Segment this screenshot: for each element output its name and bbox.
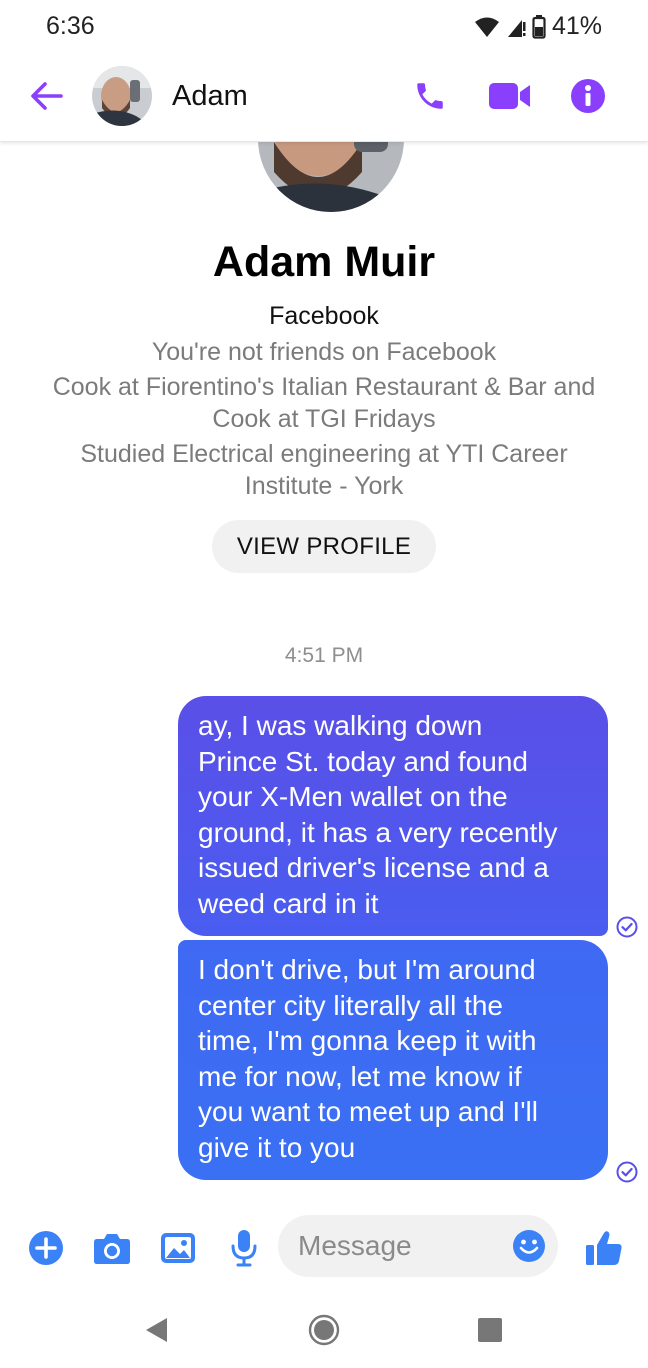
video-camera-icon: [489, 83, 530, 109]
video-call-button[interactable]: [488, 74, 532, 118]
nav-home-button[interactable]: [306, 1312, 342, 1348]
message-line: ground, it has a very recently: [198, 816, 558, 848]
status-time: 6:36: [46, 12, 95, 40]
message-line: I don't drive, but I'm around: [198, 954, 536, 985]
message-bubble[interactable]: I don't drive, but I'm around center cit…: [178, 940, 608, 1180]
like-button[interactable]: [584, 1228, 624, 1268]
nav-recents-button[interactable]: [472, 1312, 508, 1348]
status-indicators: 41%: [474, 12, 602, 41]
message-line: me for now, let me know if: [198, 1060, 522, 1092]
nav-back-button[interactable]: [138, 1312, 174, 1348]
signal-icon: [506, 16, 526, 38]
message-line: Prince St. today and found: [198, 745, 528, 777]
battery-percent: 41%: [551, 12, 602, 40]
gallery-button[interactable]: [158, 1228, 198, 1268]
thumbs-up-icon: [586, 1231, 622, 1265]
message-line: ay, I was walking down: [198, 710, 483, 741]
camera-icon: [94, 1234, 130, 1264]
smiley-icon[interactable]: [512, 1229, 546, 1263]
chat-header: Adam: [0, 52, 648, 142]
message-line: time, I'm gonna keep it with: [198, 1025, 537, 1056]
square-recents-icon: [478, 1318, 502, 1342]
message-line: center city literally all the: [198, 989, 504, 1021]
info-button[interactable]: [566, 74, 610, 118]
contact-avatar[interactable]: [92, 66, 152, 126]
circle-home-icon: [308, 1314, 340, 1346]
sent-check-icon: [616, 916, 638, 938]
message-line: issued driver's license and a: [198, 852, 549, 883]
message-timestamp: 4:51 PM: [284, 644, 364, 667]
view-profile-button[interactable]: VIEW PROFILE: [212, 520, 436, 573]
message-line: weed card in it: [198, 887, 379, 919]
message-line: you want to meet up and I'll: [198, 1096, 538, 1127]
call-button[interactable]: [408, 74, 452, 118]
arrow-left-icon: [31, 82, 63, 110]
education-info-line-2: Institute - York: [244, 472, 404, 500]
back-button[interactable]: [26, 76, 66, 116]
more-actions-button[interactable]: [26, 1228, 66, 1268]
friend-status: You're not friends on Facebook: [151, 338, 497, 366]
triangle-back-icon: [146, 1318, 167, 1342]
message-line: your X-Men wallet on the: [198, 781, 508, 812]
camera-button[interactable]: [92, 1228, 132, 1268]
wifi-icon: [474, 16, 500, 38]
microphone-icon: [231, 1230, 257, 1267]
plus-circle-icon: [29, 1231, 63, 1265]
image-icon: [161, 1233, 195, 1263]
message-input[interactable]: [298, 1215, 508, 1277]
message-composer: [0, 1210, 648, 1284]
battery-icon: [532, 14, 546, 39]
education-info-line-1: Studied Electrical engineering at YTI Ca…: [80, 440, 568, 468]
info-icon: [571, 79, 605, 113]
work-info-line-2: Cook at TGI Fridays: [212, 405, 436, 433]
profile-full-name: Adam Muir: [212, 238, 436, 286]
work-info-line-1: Cook at Fiorentino's Italian Restaurant …: [52, 373, 596, 401]
system-nav-bar: [0, 1292, 648, 1368]
contact-name[interactable]: Adam: [172, 80, 248, 113]
message-bubble[interactable]: ay, I was walking down Prince St. today …: [178, 696, 608, 936]
phone-icon: [417, 83, 443, 109]
voice-clip-button[interactable]: [224, 1228, 264, 1268]
profile-source: Facebook: [269, 302, 379, 330]
status-bar: 6:36 41%: [0, 0, 648, 52]
message-line: give it to you: [198, 1131, 356, 1163]
message-input-container: [278, 1215, 558, 1277]
sent-check-icon: [616, 1161, 638, 1183]
